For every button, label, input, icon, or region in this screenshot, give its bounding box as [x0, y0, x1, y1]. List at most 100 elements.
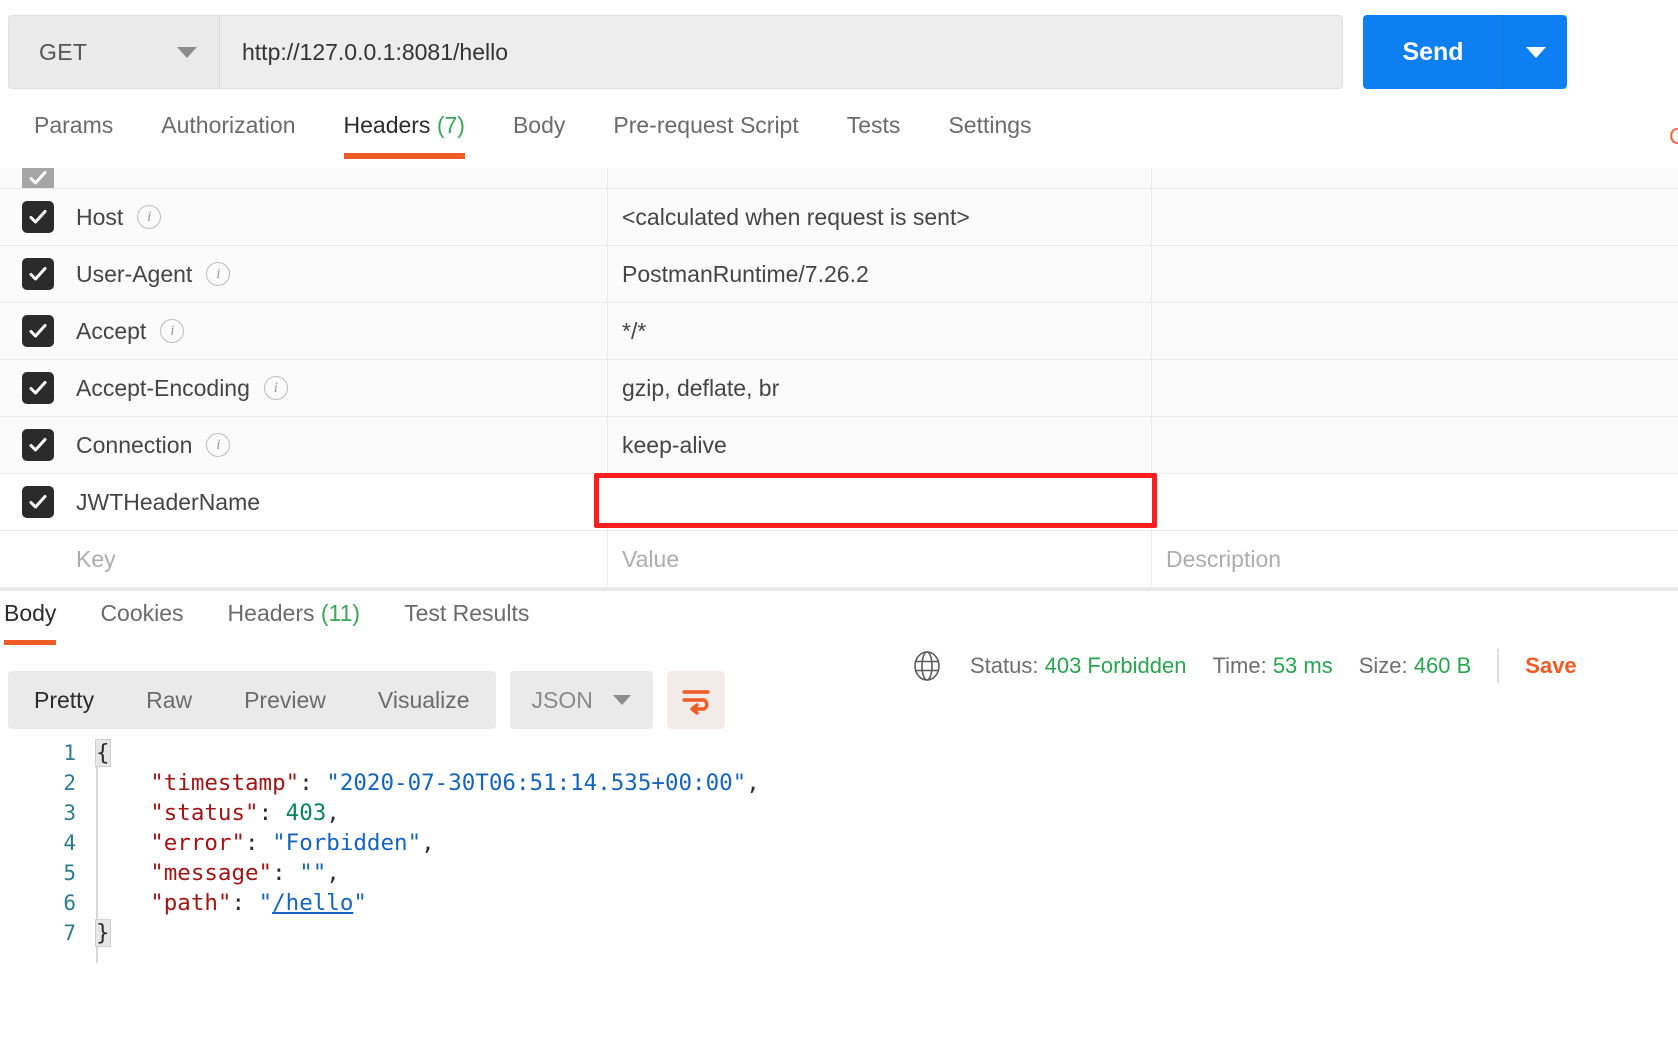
row-description-cell[interactable] — [1152, 168, 1678, 188]
table-row[interactable]: Connection i keep-alive — [0, 417, 1678, 474]
postman-request-response-view: GET http://127.0.0.1:8081/hello Send Par… — [0, 0, 1678, 1037]
code-token: "Forbidden" — [272, 830, 422, 856]
row-description-cell[interactable] — [1152, 189, 1678, 245]
info-icon[interactable]: i — [137, 205, 162, 229]
request-cookies-link[interactable]: Cookies — [1669, 123, 1678, 150]
new-header-description-input[interactable]: Description — [1152, 531, 1678, 587]
line-number: 5 — [63, 861, 76, 885]
row-value-cell[interactable]: PostmanRuntime/7.26.2 — [608, 246, 1152, 302]
row-value-cell[interactable]: gzip, deflate, br — [608, 360, 1152, 416]
row-description-cell[interactable] — [1152, 474, 1678, 530]
code-token: "path" — [150, 890, 232, 916]
code-token: , — [746, 770, 760, 796]
code-line: 2 "timestamp": "2020-07-30T06:51:14.535+… — [0, 768, 1678, 798]
info-icon[interactable]: i — [160, 319, 185, 343]
code-token: "timestamp" — [150, 770, 300, 796]
tab-params[interactable]: Params — [10, 104, 137, 159]
row-checkbox-cell — [0, 246, 76, 302]
row-checkbox[interactable] — [22, 258, 54, 290]
row-key-cell[interactable] — [76, 168, 608, 188]
row-checkbox[interactable] — [22, 429, 54, 461]
globe-icon[interactable] — [910, 649, 944, 683]
info-icon[interactable]: i — [206, 262, 231, 286]
row-description-cell[interactable] — [1152, 246, 1678, 302]
tab-label: Test Results — [404, 600, 530, 626]
row-description-cell[interactable] — [1152, 417, 1678, 473]
code-line: 1{ — [0, 738, 1678, 768]
response-tab-headers[interactable]: Headers (11) — [206, 592, 383, 645]
code-token: } — [95, 919, 111, 947]
new-header-value-input[interactable]: Value — [608, 531, 1152, 587]
tab-label: Authorization — [161, 112, 296, 138]
row-checkbox[interactable] — [22, 372, 54, 404]
format-raw[interactable]: Raw — [120, 671, 218, 729]
tab-settings[interactable]: Settings — [924, 104, 1055, 159]
send-button[interactable]: Send — [1363, 15, 1504, 89]
save-response-button[interactable]: Save — [1525, 653, 1576, 679]
row-checkbox[interactable] — [22, 168, 54, 188]
row-key-cell[interactable]: Host i — [76, 189, 608, 245]
table-row[interactable]: JWTHeaderName — [0, 474, 1678, 531]
row-key-cell[interactable]: JWTHeaderName — [76, 474, 608, 530]
send-options-button[interactable] — [1504, 15, 1567, 89]
tab-tests[interactable]: Tests — [823, 104, 925, 159]
header-key-label: Connection — [76, 431, 193, 458]
table-row[interactable]: Host i <calculated when request is sent> — [0, 189, 1678, 246]
header-key-label: User-Agent — [76, 260, 193, 287]
tab-body[interactable]: Body — [489, 104, 589, 159]
row-key-cell[interactable]: User-Agent i — [76, 246, 608, 302]
language-select[interactable]: JSON — [509, 671, 653, 729]
table-row[interactable] — [0, 168, 1678, 189]
row-value-cell[interactable] — [608, 168, 1152, 188]
table-row-placeholder[interactable]: Key Value Description — [0, 531, 1678, 588]
tab-authorization[interactable]: Authorization — [137, 104, 319, 159]
table-row[interactable]: Accept i */* — [0, 303, 1678, 360]
row-value-cell[interactable]: */* — [608, 303, 1152, 359]
row-value-cell[interactable]: <calculated when request is sent> — [608, 189, 1152, 245]
info-icon[interactable]: i — [206, 433, 231, 457]
row-checkbox-cell — [0, 360, 76, 416]
row-value-cell[interactable] — [608, 474, 1152, 530]
table-row[interactable]: Accept-Encoding i gzip, deflate, br — [0, 360, 1678, 417]
word-wrap-icon — [682, 690, 710, 715]
format-visualize[interactable]: Visualize — [352, 671, 496, 729]
row-checkbox[interactable] — [22, 201, 54, 233]
response-tab-body[interactable]: Body — [0, 592, 78, 645]
word-wrap-button[interactable] — [666, 671, 725, 729]
tab-headers[interactable]: Headers (7) — [320, 104, 489, 159]
tab-label: Tests — [846, 112, 901, 138]
new-header-key-input[interactable]: Key — [76, 531, 608, 587]
row-key-cell[interactable]: Connection i — [76, 417, 608, 473]
info-icon[interactable]: i — [263, 376, 288, 400]
row-key-cell[interactable]: Accept-Encoding i — [76, 360, 608, 416]
http-method-select[interactable]: GET — [9, 16, 220, 88]
row-value-cell[interactable]: keep-alive — [608, 417, 1152, 473]
format-preview[interactable]: Preview — [218, 671, 352, 729]
status-label: Status: — [970, 653, 1039, 678]
code-content: } — [94, 918, 1678, 948]
row-description-cell[interactable] — [1152, 360, 1678, 416]
format-pretty[interactable]: Pretty — [8, 671, 120, 729]
code-token: { — [95, 739, 111, 767]
line-number: 2 — [63, 771, 76, 795]
row-description-cell[interactable] — [1152, 303, 1678, 359]
table-row[interactable]: User-Agent i PostmanRuntime/7.26.2 — [0, 246, 1678, 303]
size-value: 460 B — [1413, 653, 1472, 678]
code-token: , — [326, 800, 340, 826]
response-tabs: Body Cookies Headers (11) Test Results — [0, 592, 1678, 650]
row-checkbox[interactable] — [22, 315, 54, 347]
url-input[interactable]: http://127.0.0.1:8081/hello — [220, 16, 1342, 88]
code-content: "timestamp": "2020-07-30T06:51:14.535+00… — [94, 768, 1678, 798]
response-format-toolbar: Pretty Raw Preview Visualize JSON — [8, 671, 725, 729]
code-token[interactable]: /hello — [272, 890, 353, 916]
row-key-cell[interactable]: Accept i — [76, 303, 608, 359]
row-checkbox[interactable] — [22, 486, 54, 518]
response-body-json-viewer[interactable]: 1{2 "timestamp": "2020-07-30T06:51:14.53… — [0, 738, 1678, 1037]
request-tabs: Params Authorization Headers (7) Body Pr… — [0, 104, 1678, 168]
response-tab-cookies[interactable]: Cookies — [78, 592, 205, 645]
chevron-down-icon — [177, 46, 197, 58]
response-tab-test-results[interactable]: Test Results — [382, 592, 551, 645]
tab-pre-request-script[interactable]: Pre-request Script — [589, 104, 822, 159]
